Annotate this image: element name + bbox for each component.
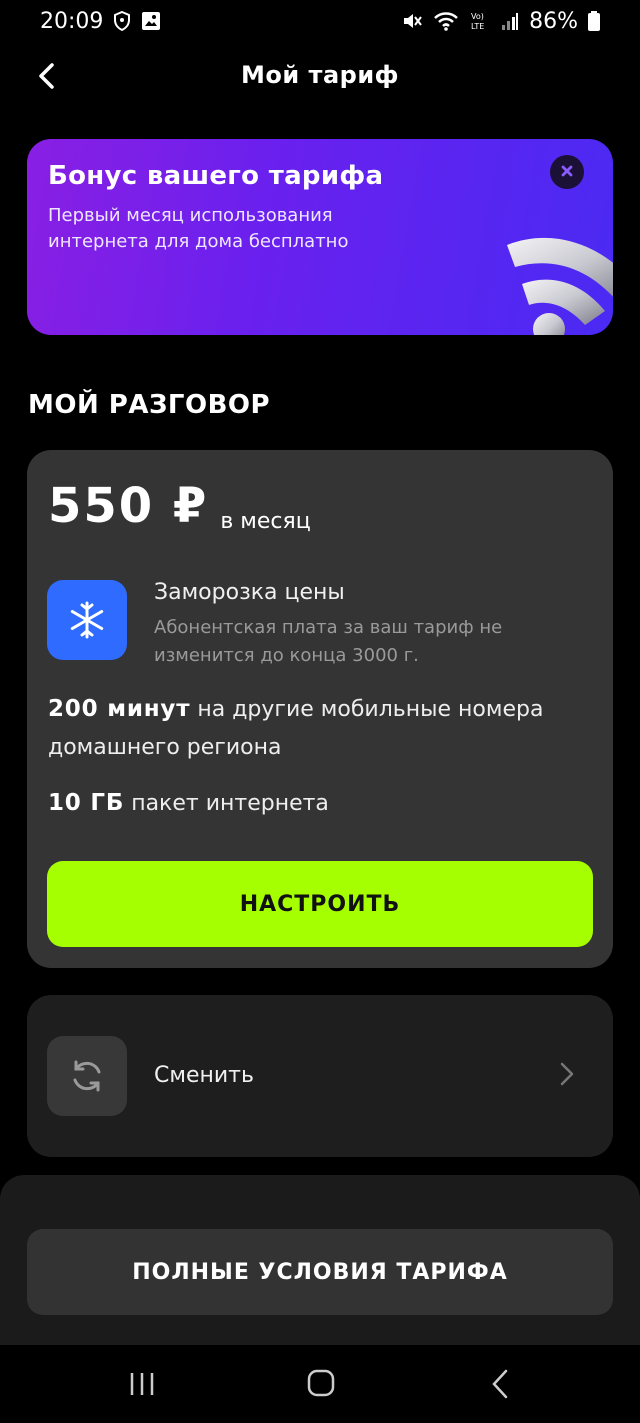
back-icon[interactable] bbox=[490, 1369, 510, 1403]
bonus-title: Бонус вашего тарифа bbox=[48, 161, 384, 191]
change-tariff-item[interactable]: Сменить bbox=[27, 995, 613, 1157]
page-title: Мой тариф bbox=[241, 61, 399, 89]
svg-text:LTE: LTE bbox=[471, 22, 484, 31]
chevron-left-icon bbox=[36, 62, 56, 94]
price-block: 550 ₽ в месяц bbox=[48, 478, 311, 534]
battery-percent: 86% bbox=[529, 8, 578, 34]
chevron-right-icon bbox=[559, 1061, 575, 1091]
feature-minutes: 200 минут на другие мобильные номера дом… bbox=[48, 690, 588, 767]
status-time: 20:09 bbox=[40, 8, 104, 34]
back-button[interactable] bbox=[28, 60, 64, 96]
volte-icon: Vo) LTE bbox=[469, 10, 491, 32]
bonus-text: Первый месяц использования интернета для… bbox=[48, 205, 349, 252]
mute-icon bbox=[401, 10, 423, 32]
feature-internet-value: 10 ГБ bbox=[48, 790, 125, 816]
svg-text:Vo): Vo) bbox=[471, 12, 484, 21]
bonus-banner[interactable]: Бонус вашего тарифа Первый месяц использ… bbox=[27, 139, 613, 335]
feature-internet: 10 ГБ пакет интернета bbox=[48, 784, 329, 823]
status-bar: 20:09 Vo) LTE 86% bbox=[0, 0, 640, 42]
feature-internet-text: пакет интернета bbox=[124, 791, 329, 816]
system-nav-bar bbox=[0, 1345, 640, 1423]
price-period: в месяц bbox=[220, 509, 311, 534]
feature-minutes-value: 200 минут bbox=[48, 696, 191, 722]
signal-icon bbox=[501, 11, 519, 31]
battery-icon bbox=[588, 11, 600, 31]
freeze-description: Абонентская плата за ваш тариф не измени… bbox=[154, 617, 503, 666]
recent-apps-icon[interactable] bbox=[128, 1371, 158, 1401]
wifi-icon bbox=[433, 10, 459, 32]
shield-icon bbox=[113, 11, 131, 31]
close-button[interactable] bbox=[550, 155, 584, 189]
image-icon bbox=[141, 11, 161, 31]
close-icon bbox=[560, 163, 574, 182]
change-label: Сменить bbox=[154, 1063, 254, 1088]
snowflake-icon bbox=[47, 580, 127, 660]
configure-button[interactable]: НАСТРОИТЬ bbox=[47, 861, 593, 947]
wifi-3d-icon bbox=[467, 209, 613, 335]
full-terms-button[interactable]: ПОЛНЫЕ УСЛОВИЯ ТАРИФА bbox=[27, 1229, 613, 1315]
freeze-title: Заморозка цены bbox=[154, 580, 345, 605]
home-icon[interactable] bbox=[307, 1369, 335, 1401]
bottom-panel: ПОЛНЫЕ УСЛОВИЯ ТАРИФА bbox=[0, 1175, 640, 1345]
top-header: Мой тариф bbox=[0, 42, 640, 108]
section-title: МОЙ РАЗГОВОР bbox=[28, 390, 271, 420]
tariff-card: 550 ₽ в месяц Заморозка цены Абонентская… bbox=[27, 450, 613, 968]
refresh-icon bbox=[47, 1036, 127, 1116]
price-value: 550 ₽ bbox=[48, 478, 209, 534]
